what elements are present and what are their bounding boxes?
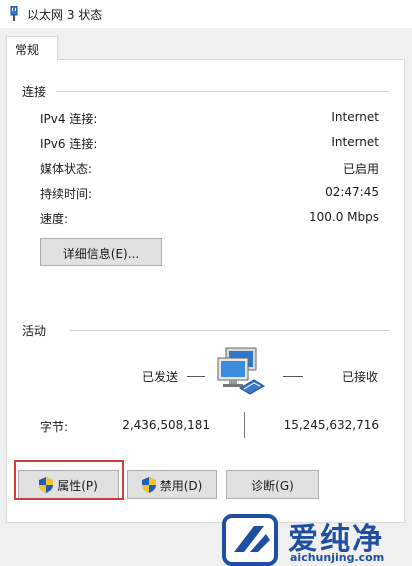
diagnose-button[interactable]: 诊断(G)	[226, 470, 319, 499]
received-label: 已接收	[341, 370, 378, 384]
received-dash	[283, 376, 303, 377]
media-state-value: 已启用	[342, 162, 379, 176]
ipv4-label: IPv4 连接:	[40, 112, 98, 126]
speed-label: 速度:	[40, 212, 69, 226]
uac-shield-icon	[141, 477, 156, 493]
network-computers-icon	[217, 347, 265, 395]
duration-value: 02:47:45	[325, 185, 379, 199]
duration-label: 持续时间:	[40, 187, 93, 201]
bytes-label: 字节:	[40, 420, 69, 434]
disable-button[interactable]: 禁用(D)	[127, 470, 217, 499]
connection-section-label: 连接	[22, 85, 47, 99]
activity-section-label: 活动	[22, 324, 47, 338]
speed-value: 100.0 Mbps	[308, 210, 379, 224]
ipv6-label: IPv6 连接:	[40, 137, 98, 151]
bytes-sent-value: 2,436,508,181	[122, 418, 210, 432]
title-bar: 以太网 3 状态	[0, 0, 412, 28]
general-panel	[6, 59, 405, 523]
network-adapter-icon	[10, 6, 18, 21]
details-button-label: 详细信息(E)...	[62, 247, 140, 261]
activity-divider	[70, 330, 389, 331]
disable-button-label: 禁用(D)	[159, 479, 203, 493]
disable-button-content: 禁用(D)	[141, 477, 203, 493]
sent-label: 已发送	[141, 370, 178, 384]
bytes-separator	[244, 412, 245, 438]
diagnose-button-label: 诊断(G)	[251, 479, 294, 493]
watermark: 爱纯净 aichunjing.com	[222, 514, 412, 566]
tab-general-label: 常规	[15, 43, 40, 57]
connection-divider	[56, 91, 389, 92]
tab-general[interactable]: 常规	[6, 36, 58, 61]
window-title: 以太网 3 状态	[27, 8, 103, 22]
media-state-label: 媒体状态:	[40, 162, 93, 176]
watermark-url: aichunjing.com	[290, 551, 385, 564]
sent-dash	[187, 376, 205, 377]
details-button[interactable]: 详细信息(E)...	[40, 238, 162, 266]
ipv6-value: Internet	[331, 135, 379, 149]
bytes-received-value: 15,245,632,716	[283, 418, 379, 432]
properties-highlight-box	[14, 460, 124, 500]
ipv4-value: Internet	[331, 110, 379, 124]
watermark-logo-icon	[222, 514, 278, 566]
